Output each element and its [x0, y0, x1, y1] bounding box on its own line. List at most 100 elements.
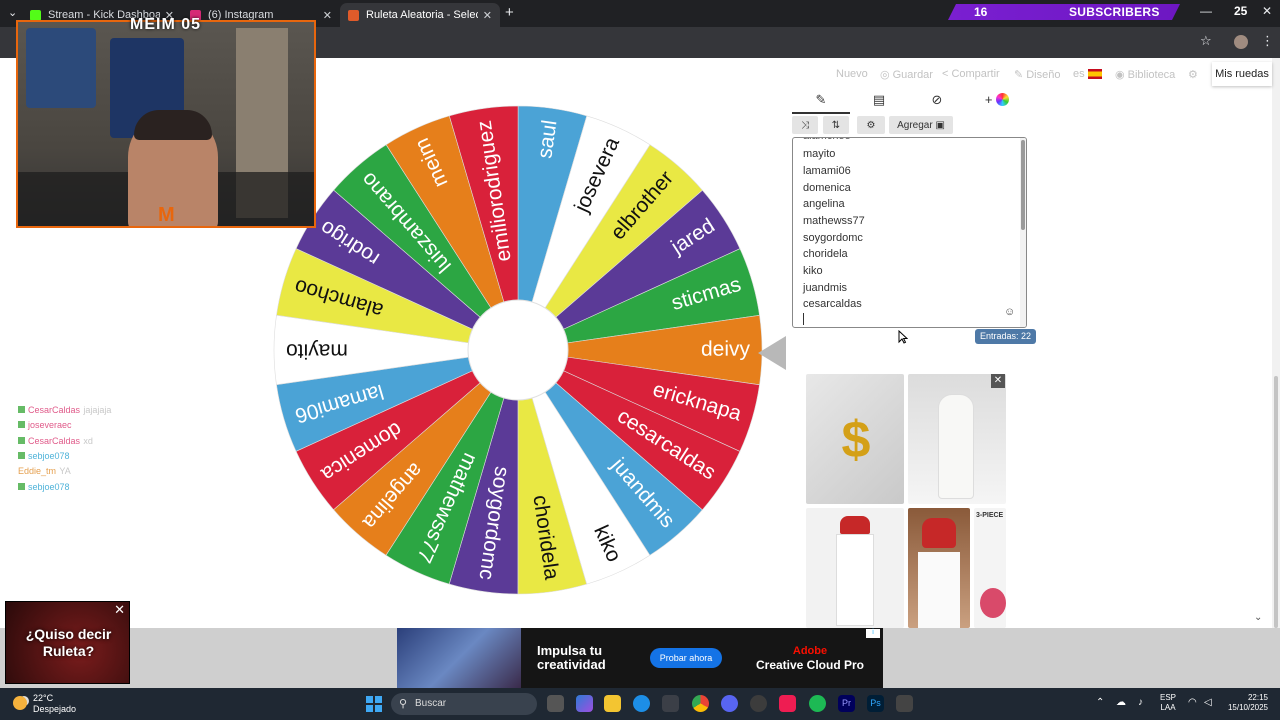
entry: mayito	[803, 148, 836, 160]
spotify-icon[interactable]	[809, 695, 826, 712]
ad-image-thobe[interactable]	[806, 508, 904, 628]
banner-image	[397, 628, 521, 688]
taskbar-search[interactable]: ⚲ Buscar	[391, 693, 537, 715]
input-language[interactable]: ESP LAA	[1160, 693, 1176, 713]
shemagh-figure	[840, 516, 870, 534]
ad-image-set[interactable]	[974, 508, 1006, 628]
app-icon[interactable]	[896, 695, 913, 712]
tab-edit[interactable]: ✎	[792, 92, 850, 114]
tiktok-icon[interactable]	[779, 695, 796, 712]
product-ad[interactable]: $	[806, 374, 1006, 628]
entry: mathewss77	[803, 215, 865, 227]
obs-icon[interactable]	[750, 695, 767, 712]
tray-chevron-icon[interactable]: ⌃	[1096, 697, 1104, 708]
close-tab-icon[interactable]: ✕	[483, 9, 492, 22]
entry: domenica	[803, 182, 851, 194]
store-icon[interactable]	[662, 695, 679, 712]
chat-message: sebjoe078	[18, 448, 70, 462]
discord-icon[interactable]	[721, 695, 738, 712]
cloud-icon[interactable]: ☁	[1116, 697, 1126, 708]
new-tab-button[interactable]: +	[505, 4, 514, 21]
menu-language[interactable]: es	[1073, 68, 1102, 80]
windows-logo-icon	[375, 696, 382, 703]
chevron-down-icon[interactable]: ⌄	[1254, 612, 1262, 623]
edge-icon[interactable]	[633, 695, 650, 712]
tab-search-chevron-icon[interactable]: ⌄	[8, 6, 17, 19]
add-image-button[interactable]: Agregar ▣	[889, 116, 953, 134]
entry: kiko	[803, 265, 823, 277]
volume-icon[interactable]: ◁	[1204, 697, 1212, 708]
windows-taskbar: 22°C Despejado ⚲ Buscar Pr Ps ⌃ ☁ ♪ ESP	[0, 688, 1280, 720]
wheel-center[interactable]	[467, 299, 569, 401]
minimize-icon[interactable]: —	[1200, 4, 1212, 18]
tab-results[interactable]: ▤	[850, 92, 908, 114]
wifi-icon[interactable]: ◠	[1188, 697, 1197, 708]
copilot-icon[interactable]	[576, 695, 593, 712]
profile-avatar[interactable]	[1234, 35, 1248, 49]
clock[interactable]: 22:15 15/10/2025	[1224, 693, 1268, 713]
menu-new[interactable]: Nuevo	[836, 68, 868, 80]
ad-image-pendant[interactable]: $	[806, 374, 904, 504]
mic-icon[interactable]: ♪	[1138, 697, 1143, 708]
entries-textarea[interactable]: alamchoo mayito lamami06 domenica angeli…	[792, 137, 1027, 328]
menu-design-label: Diseño	[1026, 68, 1061, 81]
close-ad-icon[interactable]: ✕	[114, 602, 125, 618]
chrome-icon[interactable]	[692, 695, 709, 712]
premiere-icon[interactable]: Pr	[838, 695, 855, 712]
share-icon: <	[942, 68, 949, 80]
menu-library[interactable]: ◉ Biblioteca	[1115, 68, 1175, 82]
gear-icon: ⚙	[1188, 69, 1198, 81]
page-scrollbar-thumb[interactable]	[1274, 376, 1278, 628]
entries-count-badge: Entradas: 22	[975, 329, 1037, 344]
entries-scrollbar-thumb[interactable]	[1021, 140, 1025, 230]
roulette-ad-text: ¿Quiso decir Ruleta?	[25, 626, 112, 659]
file-explorer-icon[interactable]	[604, 695, 621, 712]
settings-button[interactable]: ⚙	[857, 116, 885, 134]
close-ad-button[interactable]: ✕	[991, 374, 1005, 388]
shuffle-button[interactable]: ⤨	[792, 116, 818, 134]
weather-condition: Despejado	[33, 704, 77, 714]
tab-add-color[interactable]: +	[968, 92, 1026, 114]
start-button[interactable]	[366, 696, 382, 712]
close-window-icon[interactable]: ✕	[1262, 4, 1272, 18]
roulette-ad[interactable]: ¿Quiso decir Ruleta? ✕	[5, 601, 130, 684]
bookmark-star-icon[interactable]: ☆	[1200, 33, 1212, 49]
chat-message: joseveraec	[18, 417, 72, 431]
spin-wheel[interactable]: saul joseveraelbrotherjaredsticmasdeivyer…	[272, 104, 764, 596]
spain-flag-icon	[1087, 69, 1102, 79]
tab-hidden[interactable]: ⊘	[908, 92, 966, 114]
menu-share[interactable]: < Compartir	[942, 68, 1000, 80]
tab-ruleta[interactable]: Ruleta Aleatoria - Selector Pers ✕	[340, 3, 500, 27]
adobe-banner-ad[interactable]: Impulsa tu creatividad Probar ahora Adob…	[397, 628, 883, 688]
ad-choices-icon[interactable]: i	[866, 629, 880, 638]
badge-icon	[18, 437, 25, 445]
save-icon: ◎	[880, 69, 890, 81]
emoji-icon[interactable]: ☺	[1004, 306, 1015, 318]
photoshop-icon[interactable]: Ps	[867, 695, 884, 712]
subscribers-overlay: 16 SUBSCRIBERS	[948, 4, 1180, 20]
close-tab-icon[interactable]: ✕	[323, 9, 332, 22]
menu-design[interactable]: ✎ Diseño	[1014, 68, 1061, 82]
menu-save[interactable]: ◎ Guardar	[880, 68, 933, 82]
chat-user: CesarCaldas	[28, 404, 81, 415]
thobe-figure	[836, 534, 874, 626]
sort-button[interactable]: ⇅	[823, 116, 849, 134]
entry: juandmis	[803, 282, 848, 294]
chat-message: CesarCaldas xd	[18, 433, 93, 447]
weather-widget[interactable]: 22°C Despejado	[33, 693, 76, 715]
try-now-button[interactable]: Probar ahora	[650, 648, 722, 668]
pencil-icon: ✎	[815, 92, 827, 107]
browser-menu-icon[interactable]: ⋮	[1261, 33, 1274, 49]
subs-label: SUBSCRIBERS	[1069, 5, 1160, 19]
menu-new-label: Nuevo	[836, 68, 868, 80]
ad-image-man[interactable]	[908, 508, 970, 628]
webcam-overlay	[16, 20, 316, 228]
task-view-icon[interactable]	[547, 695, 564, 712]
chat-user: sebjoe078	[28, 450, 70, 461]
wheel-pointer	[758, 336, 786, 370]
ad-image-dress[interactable]	[908, 374, 1006, 504]
menu-settings[interactable]: ⚙	[1188, 68, 1198, 81]
tab-title: Ruleta Aleatoria - Selector Pers	[366, 9, 478, 21]
my-wheels-button[interactable]: Mis ruedas	[1212, 62, 1272, 86]
weather-moon-icon[interactable]	[13, 696, 27, 710]
